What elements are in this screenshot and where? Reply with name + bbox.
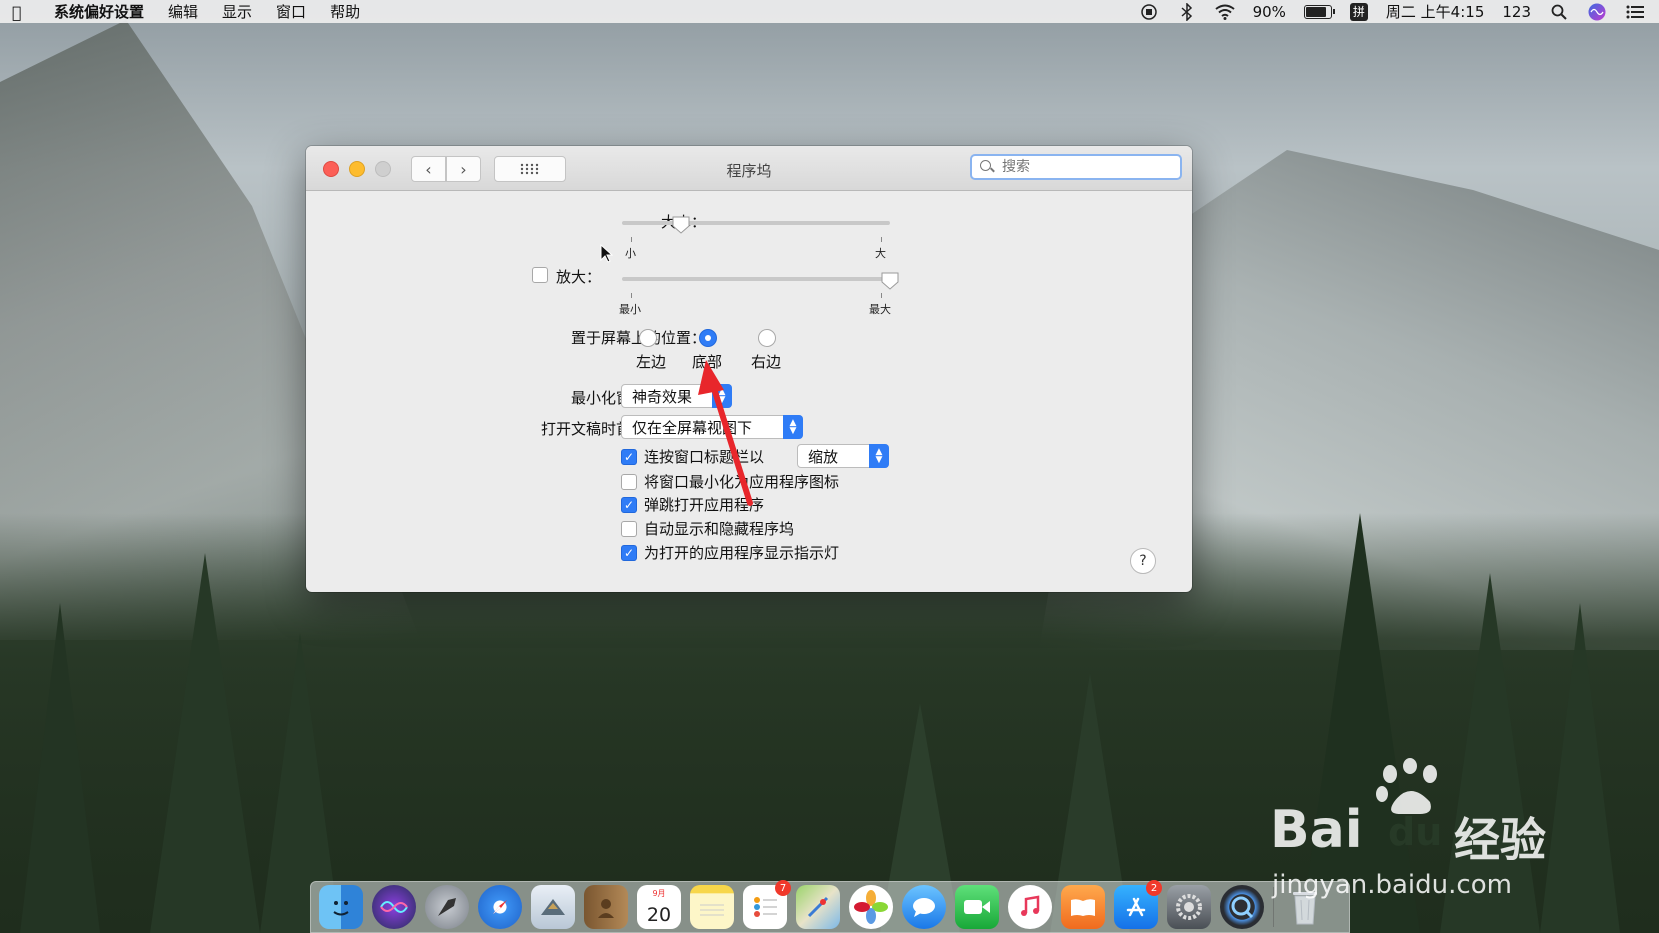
- watermark-brand-du: du: [1388, 810, 1443, 854]
- siri-menu-icon[interactable]: [1587, 2, 1607, 22]
- baidu-paw-logo: [1376, 758, 1437, 814]
- animate-opening-checkbox[interactable]: ✓: [621, 497, 637, 513]
- position-right-radio[interactable]: [758, 329, 776, 347]
- size-min-label: 小: [625, 247, 636, 260]
- music-icon[interactable]: [1008, 885, 1052, 929]
- size-max-label: 大: [875, 247, 886, 260]
- screen-record-icon[interactable]: [1139, 2, 1159, 22]
- magnify-slider-thumb[interactable]: [880, 271, 899, 290]
- siri-icon[interactable]: [372, 885, 416, 929]
- launchpad-icon[interactable]: [425, 885, 469, 929]
- autohide-checkbox[interactable]: [621, 521, 637, 537]
- indicators-label: 为打开的应用程序显示指示灯: [644, 544, 840, 562]
- magnify-slider-track[interactable]: [622, 277, 890, 281]
- notes-icon[interactable]: [690, 885, 734, 929]
- input-method-icon[interactable]: 拼: [1349, 2, 1368, 21]
- minimize-to-icon-checkbox[interactable]: [621, 474, 637, 490]
- position-left-radio[interactable]: [639, 329, 657, 347]
- animate-opening-label: 弹跳打开应用程序: [644, 496, 765, 514]
- double-click-action-popup[interactable]: 缩放 ▲ ▼: [797, 444, 889, 468]
- quicktime-icon[interactable]: [1220, 885, 1264, 929]
- position-left-label: 左边: [636, 353, 667, 371]
- window-titlebar[interactable]: ‹ › 程序坞: [306, 146, 1192, 191]
- wallpaper-tree: [20, 603, 100, 933]
- double-click-action-value: 缩放: [808, 447, 839, 466]
- prefer-tabs-value: 仅在全屏幕视图下: [632, 418, 753, 437]
- slider-tick: [631, 237, 632, 242]
- size-slider-track[interactable]: [622, 221, 890, 225]
- dock-preferences-window: ‹ › 程序坞 大小： 小 大 放大： 最小 最大 置于屏幕: [306, 146, 1192, 592]
- calendar-month: 9月: [652, 889, 666, 898]
- autohide-label: 自动显示和隐藏程序坞: [644, 520, 795, 538]
- photos-icon[interactable]: [849, 885, 893, 929]
- calendar-day: 20: [646, 904, 672, 926]
- help-button[interactable]: ?: [1130, 548, 1156, 574]
- battery-percent[interactable]: 90%: [1253, 3, 1286, 21]
- double-click-label: 连按窗口标题栏以: [644, 448, 765, 466]
- menu-app-name[interactable]: 系统偏好设置: [42, 1, 156, 22]
- messages-icon[interactable]: [902, 885, 946, 929]
- finder-icon[interactable]: [319, 885, 363, 929]
- position-label: 置于屏幕上的位置：: [406, 327, 706, 348]
- watermark-url: jingyan.baidu.com: [1272, 870, 1512, 900]
- wallpaper-tree: [150, 553, 260, 933]
- system-preferences-icon[interactable]: [1167, 885, 1211, 929]
- search-icon: [980, 160, 994, 174]
- position-right-label: 右边: [751, 353, 782, 371]
- minimize-effect-value: 神奇效果: [632, 387, 693, 406]
- apple-menu-icon[interactable]: : [12, 3, 28, 22]
- indicators-checkbox[interactable]: ✓: [621, 545, 637, 561]
- slider-tick: [881, 293, 882, 298]
- reminders-badge: 7: [775, 880, 791, 896]
- safari-icon[interactable]: [478, 885, 522, 929]
- contacts-icon[interactable]: [584, 885, 628, 929]
- appstore-badge: 2: [1146, 880, 1162, 896]
- search-field[interactable]: [970, 154, 1182, 180]
- menu-help[interactable]: 帮助: [318, 1, 372, 22]
- minimize-to-icon-label: 将窗口最小化为应用程序图标: [644, 473, 840, 491]
- double-click-checkbox[interactable]: ✓: [621, 449, 637, 465]
- spotlight-icon[interactable]: [1549, 2, 1569, 22]
- position-bottom-label: 底部: [692, 353, 723, 371]
- position-bottom-radio[interactable]: [699, 329, 717, 347]
- popup-stepper-icon: ▲ ▼: [712, 384, 732, 408]
- search-input[interactable]: [1000, 158, 1164, 176]
- battery-icon[interactable]: [1303, 4, 1335, 19]
- reminders-icon[interactable]: 7: [743, 880, 791, 929]
- slider-tick: [631, 293, 632, 298]
- books-icon[interactable]: [1061, 885, 1105, 929]
- wifi-icon[interactable]: [1214, 2, 1235, 22]
- mouse-cursor-icon: [600, 244, 614, 263]
- watermark-brand-bai: Bai: [1270, 800, 1363, 860]
- appstore-icon[interactable]: 2: [1114, 880, 1162, 929]
- maps-icon[interactable]: [796, 885, 840, 929]
- magnify-label: 放大：: [556, 268, 602, 286]
- magnify-min-label: 最小: [619, 303, 641, 316]
- popup-stepper-icon: ▲ ▼: [869, 444, 889, 468]
- magnify-checkbox[interactable]: [532, 267, 548, 283]
- size-slider-thumb[interactable]: [671, 215, 690, 234]
- notification-center-icon[interactable]: [1625, 2, 1645, 22]
- dock: 9月 20 7 2: [310, 880, 1350, 933]
- baidu-watermark: Bai du 经验 jingyan.baidu.com: [1270, 758, 1650, 900]
- bluetooth-icon[interactable]: [1177, 2, 1197, 22]
- menubar-clock[interactable]: 周二 上午4:15: [1386, 1, 1484, 22]
- magnify-max-label: 最大: [869, 303, 891, 316]
- menu-edit[interactable]: 编辑: [156, 1, 210, 22]
- watermark-brand-jingyan: 经验: [1454, 813, 1546, 867]
- dock-settings-pane: 大小： 小 大 放大： 最小 最大 置于屏幕上的位置： 左边 底部 右边 最小化…: [306, 191, 1192, 591]
- slider-tick: [881, 237, 882, 242]
- popup-stepper-icon: ▲ ▼: [783, 415, 803, 439]
- menubar-user[interactable]: 123: [1502, 3, 1531, 21]
- mail-icon[interactable]: [531, 885, 575, 929]
- calendar-icon[interactable]: 9月 20: [637, 885, 681, 929]
- menu-view[interactable]: 显示: [210, 1, 264, 22]
- minimize-effect-popup[interactable]: 神奇效果 ▲ ▼: [621, 384, 732, 408]
- menu-bar:  系统偏好设置 编辑 显示 窗口 帮助 90% 拼 周二 上午4:15 123: [0, 0, 1659, 23]
- facetime-icon[interactable]: [955, 885, 999, 929]
- prefer-tabs-popup[interactable]: 仅在全屏幕视图下 ▲ ▼: [621, 415, 803, 439]
- menu-window[interactable]: 窗口: [264, 1, 318, 22]
